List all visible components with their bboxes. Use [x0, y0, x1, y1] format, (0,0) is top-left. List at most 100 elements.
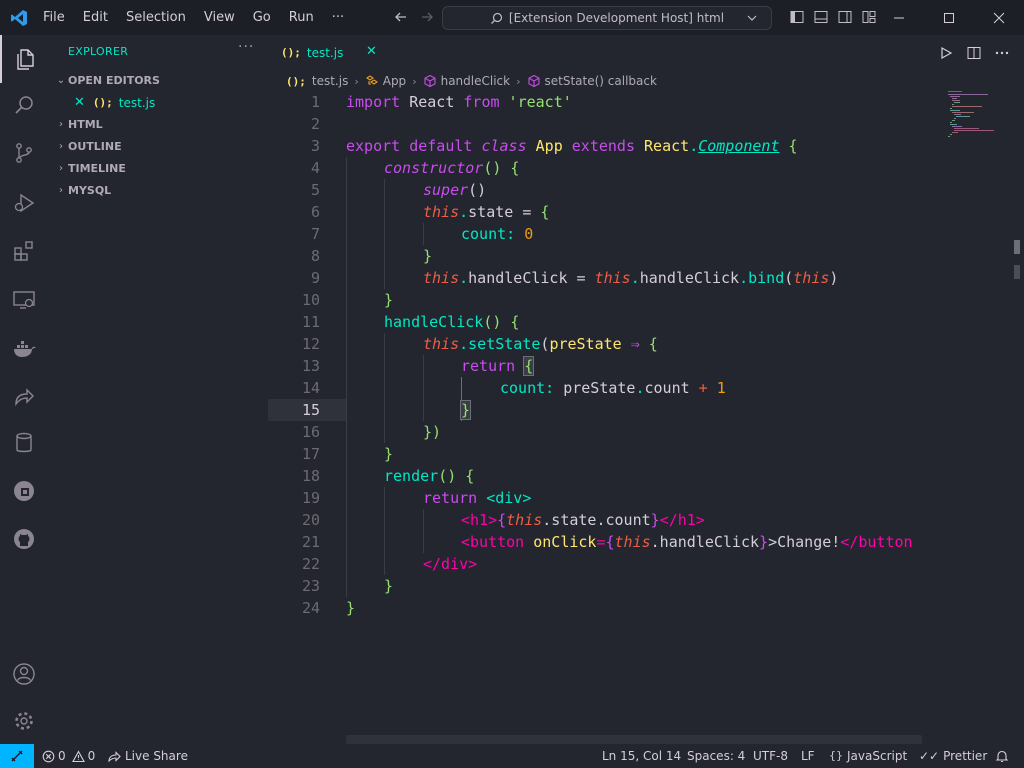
encoding-status[interactable]: UTF-8 — [753, 744, 788, 768]
cursor-position[interactable]: Ln 15, Col 14 — [602, 744, 681, 768]
language-braces-icon: {} — [829, 749, 843, 762]
remote-explorer-activity[interactable] — [0, 276, 48, 324]
extensions-activity[interactable] — [0, 227, 48, 275]
line-number: 4 — [310, 159, 320, 177]
menu-view[interactable]: View — [195, 0, 244, 35]
chevron-down-icon[interactable] — [745, 11, 759, 25]
code-text: } — [384, 291, 394, 309]
code-text: this.setState(preState ⇒ { — [423, 335, 658, 353]
code-editor[interactable]: 1 import React from 'react' 2 3 export def… — [268, 91, 948, 732]
account-icon — [13, 663, 35, 685]
close-window-button[interactable] — [974, 0, 1024, 35]
search-icon — [15, 96, 33, 114]
line-number: 6 — [310, 203, 320, 221]
gear-icon — [15, 712, 33, 730]
remote-explorer-icon — [13, 291, 35, 309]
source-control-activity[interactable] — [0, 129, 48, 177]
split-editor-icon[interactable] — [966, 45, 982, 61]
error-count: 0 — [58, 749, 66, 763]
eol-status[interactable]: LF — [801, 744, 815, 768]
menu-go[interactable]: Go — [244, 0, 280, 35]
live-share-icon — [15, 388, 34, 407]
github-pr-activity[interactable] — [0, 467, 48, 515]
function-icon — [527, 74, 541, 88]
live-share-status[interactable]: Live Share — [107, 744, 188, 768]
indentation-status[interactable]: Spaces: 4 — [687, 744, 745, 768]
code-line: 11 handleClick() { — [268, 311, 948, 333]
chevron-right-icon: › — [516, 74, 521, 88]
prettier-status[interactable]: ✓✓ Prettier — [919, 744, 987, 768]
sidebar-title: EXPLORER — [68, 45, 129, 58]
method-icon — [423, 74, 437, 88]
maximize-button[interactable] — [924, 0, 974, 35]
open-editors-section[interactable]: ⌄ OPEN EDITORS — [54, 74, 160, 87]
scrollbar-thumb[interactable] — [1014, 240, 1020, 254]
run-debug-activity[interactable] — [0, 179, 48, 227]
section-html[interactable]: › HTML — [54, 118, 103, 131]
breadcrumb-class[interactable]: App — [383, 74, 406, 88]
explorer-activity[interactable] — [0, 35, 48, 83]
breadcrumb-callback[interactable]: setState() callback — [545, 74, 657, 88]
breadcrumb-method[interactable]: handleClick — [441, 74, 511, 88]
database-activity[interactable] — [0, 419, 48, 467]
sidebar-more-actions[interactable]: ··· — [238, 39, 254, 55]
breadcrumb-file[interactable]: test.js — [312, 74, 348, 88]
menu-more[interactable]: ··· — [323, 0, 353, 35]
line-number: 8 — [310, 247, 320, 265]
error-icon — [42, 750, 55, 762]
code-line: 7 count: 0 — [268, 223, 948, 245]
back-arrow-icon[interactable] — [393, 9, 409, 25]
notifications-button[interactable] — [995, 744, 1009, 768]
code-text: <button onClick={this.handleClick}>Chang… — [461, 533, 913, 551]
toggle-panel-icon[interactable] — [813, 9, 829, 25]
menu-run[interactable]: Run — [280, 0, 323, 35]
activity-bar — [0, 35, 48, 744]
code-line: 23} — [268, 575, 948, 597]
javascript-file-icon: (); — [281, 46, 301, 59]
line-number: 24 — [301, 599, 320, 617]
run-icon[interactable] — [938, 45, 954, 61]
remote-indicator[interactable] — [0, 744, 34, 768]
code-text: }) — [423, 423, 442, 441]
minimize-icon — [894, 17, 904, 18]
code-text: } — [459, 400, 472, 420]
live-share-activity[interactable] — [0, 373, 48, 421]
line-number: 16 — [301, 423, 320, 441]
remote-icon — [11, 750, 23, 762]
toggle-primary-sidebar-icon[interactable] — [789, 9, 805, 25]
problems-indicator[interactable]: 0 0 — [42, 744, 95, 768]
github-activity[interactable] — [0, 515, 48, 563]
search-icon — [490, 12, 503, 24]
tab-test-js[interactable]: (); test.js ✕ — [268, 35, 388, 70]
section-timeline[interactable]: › TIMELINE — [54, 162, 126, 175]
bell-icon — [995, 750, 1009, 763]
code-text: <h1>{this.state.count}</h1> — [461, 511, 705, 529]
open-editor-item[interactable]: ✕ (); test.js — [74, 95, 155, 110]
minimize-button[interactable] — [874, 0, 924, 35]
code-line: 17} — [268, 443, 948, 465]
search-activity[interactable] — [0, 81, 48, 129]
menu-file[interactable]: File — [34, 0, 74, 35]
manage-activity[interactable] — [0, 697, 48, 745]
forward-arrow-icon[interactable] — [419, 9, 435, 25]
open-editors-label: OPEN EDITORS — [68, 74, 160, 87]
menu-edit[interactable]: Edit — [74, 0, 117, 35]
code-line: 19 return <div> — [268, 487, 948, 509]
command-center[interactable]: [Extension Development Host] html — [442, 6, 772, 30]
language-mode[interactable]: {} JavaScript — [829, 744, 907, 768]
more-actions-icon[interactable] — [994, 45, 1010, 61]
code-line: 13 return { — [268, 355, 948, 377]
line-number: 2 — [310, 115, 320, 133]
section-outline[interactable]: › OUTLINE — [54, 140, 122, 153]
database-icon — [16, 432, 32, 453]
docker-activity[interactable] — [0, 325, 48, 373]
code-text: this.handleClick = this.handleClick.bind… — [423, 269, 839, 287]
section-mysql[interactable]: › MYSQL — [54, 184, 111, 197]
chevron-right-icon: › — [354, 74, 359, 88]
menu-selection[interactable]: Selection — [117, 0, 195, 35]
toggle-secondary-sidebar-icon[interactable] — [837, 9, 853, 25]
close-icon[interactable]: ✕ — [74, 95, 85, 110]
accounts-activity[interactable] — [0, 650, 48, 698]
minimap[interactable] — [948, 91, 1008, 141]
close-icon[interactable]: ✕ — [366, 44, 377, 59]
